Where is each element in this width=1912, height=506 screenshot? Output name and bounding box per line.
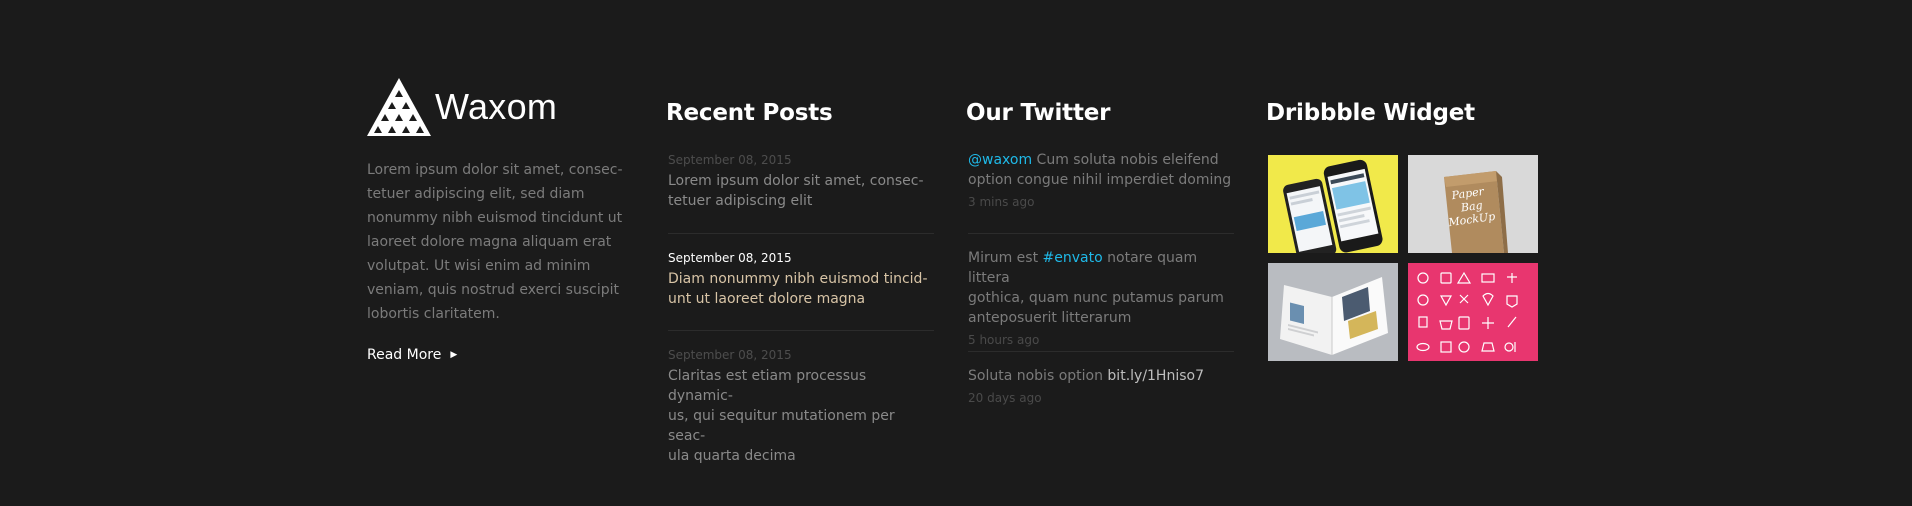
post-divider [668, 233, 934, 234]
tweet-text-part: Mirum est [968, 250, 1043, 266]
tweet-divider [968, 351, 1234, 352]
tweet-text: @waxom Cum soluta nobis eleifend option … [968, 150, 1234, 190]
post-title-line: tetuer adipiscing elit [668, 193, 813, 209]
tweet-text-part: option congue nihil imperdiet doming [968, 172, 1232, 188]
about-text-line: veniam, quis nostrud exerci suscipit [367, 282, 619, 298]
post-date: September 08, 2015 [668, 251, 792, 265]
icon-set-image [1408, 263, 1538, 361]
post-title-line: Lorem ipsum dolor sit amet, consec- [668, 173, 924, 189]
recent-posts-title: Recent Posts [666, 100, 833, 126]
dribbble-title: Dribbble Widget [1266, 100, 1475, 126]
twitter-title: Our Twitter [966, 100, 1111, 126]
about-text-line: nonummy nibh euismod tincidunt ut [367, 210, 623, 226]
tweet-item: @waxom Cum soluta nobis eleifend option … [968, 150, 1234, 210]
dribbble-shot-magazine[interactable] [1268, 263, 1398, 361]
tweet-text: Soluta nobis option bit.ly/1Hniso7 [968, 366, 1234, 386]
waxom-logo-icon [367, 78, 431, 136]
magazine-image [1268, 263, 1398, 361]
post-title-line: us, qui sequitur mutationem per seac- [668, 408, 895, 444]
post-item[interactable]: September 08, 2015 Diam nonummy nibh eui… [668, 250, 934, 309]
about-text-line: laoreet dolore magna aliquam erat [367, 234, 612, 250]
phone-mockup-image [1268, 155, 1398, 253]
tweet-hashtag-link[interactable]: #envato [1043, 250, 1103, 266]
dribbble-shot-phone[interactable] [1268, 155, 1398, 253]
tweet-time: 5 hours ago [968, 333, 1040, 347]
post-title[interactable]: Claritas est etiam processus dynamic- us… [668, 366, 934, 466]
post-title[interactable]: Diam nonummy nibh euismod tincid- unt ut… [668, 269, 934, 309]
post-date: September 08, 2015 [668, 348, 792, 362]
tweet-text-part: Cum soluta nobis eleifend [1032, 152, 1219, 168]
post-title-line: Diam nonummy nibh euismod tincid- [668, 271, 928, 287]
about-text-line: tetuer adipiscing elit, sed diam [367, 186, 585, 202]
post-title-line: ula quarta decima [668, 448, 796, 464]
caret-right-icon: ▶ [450, 350, 458, 360]
paper-bag-image: Paper Bag MockUp [1408, 155, 1538, 253]
post-divider [668, 330, 934, 331]
post-title-line: Claritas est etiam processus dynamic- [668, 368, 867, 404]
tweet-handle-link[interactable]: @waxom [968, 152, 1032, 168]
tweet-text-part: gothica, quam nunc putamus parum [968, 290, 1224, 306]
dribbble-shot-icon-set[interactable] [1408, 263, 1538, 361]
about-text-line: volutpat. Ut wisi enim ad minim [367, 258, 591, 274]
tweet-item: Soluta nobis option bit.ly/1Hniso7 20 da… [968, 366, 1234, 406]
read-more-link[interactable]: Read More ▶ [367, 347, 457, 363]
dribbble-shot-paper-bag[interactable]: Paper Bag MockUp [1408, 155, 1538, 253]
post-title[interactable]: Lorem ipsum dolor sit amet, consec- tetu… [668, 171, 934, 211]
about-text-line: lobortis claritatem. [367, 306, 500, 322]
tweet-url-link[interactable]: bit.ly/1Hniso7 [1107, 368, 1204, 384]
tweet-text: Mirum est #envato notare quam littera go… [968, 248, 1234, 328]
post-item[interactable]: September 08, 2015 Lorem ipsum dolor sit… [668, 152, 934, 211]
tweet-text-part: Soluta nobis option [968, 368, 1108, 384]
about-text-line: Lorem ipsum dolor sit amet, consec- [367, 162, 623, 178]
tweet-item: Mirum est #envato notare quam littera go… [968, 248, 1234, 348]
tweet-divider [968, 233, 1234, 234]
tweet-text-part: anteposuerit litterarum [968, 310, 1132, 326]
post-date: September 08, 2015 [668, 153, 792, 167]
logo-text: Waxom [435, 86, 558, 127]
post-title-line: unt ut laoreet dolore magna [668, 291, 866, 307]
read-more-label: Read More [367, 347, 442, 363]
tweet-time: 20 days ago [968, 391, 1042, 405]
tweet-time: 3 mins ago [968, 195, 1035, 209]
about-text: Lorem ipsum dolor sit amet, consec- tetu… [367, 158, 629, 326]
logo[interactable]: Waxom [367, 78, 557, 136]
post-item[interactable]: September 08, 2015 Claritas est etiam pr… [668, 347, 934, 466]
